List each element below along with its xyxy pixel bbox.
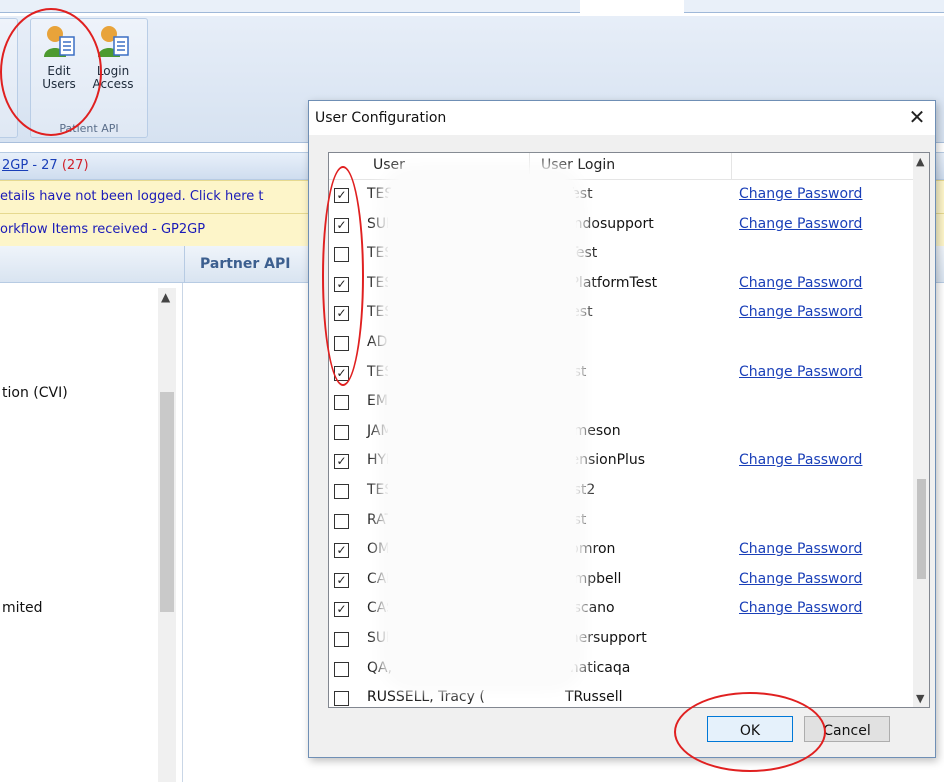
ribbon-tab-right[interactable] — [684, 0, 944, 13]
group-label: Patient API — [59, 122, 119, 135]
enabled-checkbox[interactable] — [334, 484, 349, 499]
enabled-checkbox[interactable] — [334, 632, 349, 647]
gp2gp-count: - 27 — [28, 158, 62, 173]
ribbon-group-partial — [0, 18, 18, 138]
user-login-cell: tensionPlus — [565, 452, 646, 469]
partner-api-header[interactable]: Partner API — [200, 256, 290, 272]
scroll-up-icon[interactable]: ▲ — [161, 290, 170, 304]
edit-users-icon — [44, 26, 75, 57]
user-login-cell: endosupport — [565, 215, 654, 232]
edit-users-label-1: Edit — [47, 64, 71, 78]
ribbon-group-patient-api: Edit Users Login Access Patient API — [30, 18, 148, 138]
enabled-checkbox[interactable] — [334, 336, 349, 351]
edit-users-button[interactable]: Edit Users — [35, 23, 83, 91]
left-item-2[interactable]: mited — [2, 600, 43, 616]
cancel-button[interactable]: Cancel — [804, 716, 890, 742]
enabled-checkbox[interactable]: ✓ — [334, 188, 349, 203]
enabled-checkbox[interactable] — [334, 691, 349, 707]
header-divider — [731, 153, 732, 179]
enabled-checkbox[interactable]: ✓ — [334, 602, 349, 618]
scroll-down-icon[interactable]: ▼ — [916, 692, 924, 705]
list-scroll-thumb[interactable] — [917, 479, 926, 579]
enabled-checkbox[interactable] — [334, 395, 349, 411]
change-password-link[interactable]: Change Password — [739, 275, 862, 291]
ok-button[interactable]: OK — [707, 716, 793, 742]
list-scrollbar[interactable]: ▲ ▼ — [913, 153, 929, 707]
change-password-link[interactable]: Change Password — [739, 364, 862, 380]
change-password-link[interactable]: Change Password — [739, 571, 862, 587]
edit-users-label-2: Users — [42, 77, 76, 91]
login-access-button[interactable]: Login Access — [89, 23, 137, 91]
enabled-checkbox[interactable]: ✓ — [334, 306, 349, 322]
left-panel — [0, 283, 183, 782]
user-name-cell: RUSSELL, Tracy ( — [367, 689, 485, 706]
change-password-link[interactable]: Change Password — [739, 541, 862, 557]
user-login-cell: tPlatformTest — [565, 274, 658, 291]
login-access-label-2: Access — [92, 77, 134, 91]
enabled-checkbox[interactable]: ✓ — [334, 543, 349, 559]
dialog-title: User Configuration — [315, 110, 447, 126]
enabled-checkbox[interactable]: ✓ — [334, 217, 349, 233]
enabled-checkbox[interactable]: ✓ — [334, 572, 349, 588]
title-strip — [0, 0, 944, 16]
notice-text-1: etails have not been logged. Click here … — [0, 189, 264, 204]
user-login-cell: mersupport — [565, 630, 647, 646]
change-password-link[interactable]: Change Password — [739, 600, 862, 616]
notice-text-2: orkflow Items received - GP2GP — [0, 222, 206, 237]
ribbon-tab-left[interactable] — [0, 0, 580, 13]
change-password-link[interactable]: Change Password — [739, 216, 862, 232]
gp2gp-count-paren: (27) — [61, 158, 89, 173]
left-scrollbar[interactable]: ▲ — [158, 288, 176, 782]
enabled-checkbox[interactable]: ✓ — [334, 454, 349, 470]
enabled-checkbox[interactable]: ✓ — [334, 365, 349, 381]
enabled-checkbox[interactable] — [334, 513, 349, 529]
redaction-blur — [388, 174, 576, 682]
left-item-1[interactable]: tion (CVI) — [2, 385, 68, 401]
enabled-checkbox[interactable] — [334, 661, 349, 677]
gp2gp-link[interactable]: 2GP — [2, 158, 28, 173]
col-header-login[interactable]: User Login — [541, 157, 615, 173]
scroll-up-icon[interactable]: ▲ — [916, 155, 924, 168]
change-password-link[interactable]: Change Password — [739, 452, 862, 468]
col-header-user[interactable]: User — [373, 157, 405, 173]
enabled-checkbox[interactable] — [334, 424, 349, 440]
login-access-label-1: Login — [96, 64, 130, 78]
left-scroll-thumb[interactable] — [160, 392, 174, 612]
dialog-titlebar: User Configuration ✕ — [309, 101, 935, 135]
table-row[interactable]: RUSSELL, Tracy ( TRussell — [329, 684, 913, 707]
enabled-checkbox[interactable] — [334, 247, 349, 263]
close-icon[interactable]: ✕ — [905, 105, 929, 129]
change-password-link[interactable]: Change Password — [739, 186, 862, 202]
enabled-checkbox[interactable]: ✓ — [334, 276, 349, 292]
column-separator — [184, 246, 185, 282]
user-login-cell: TRussell — [565, 689, 623, 706]
change-password-link[interactable]: Change Password — [739, 304, 862, 320]
login-access-icon — [98, 26, 129, 57]
